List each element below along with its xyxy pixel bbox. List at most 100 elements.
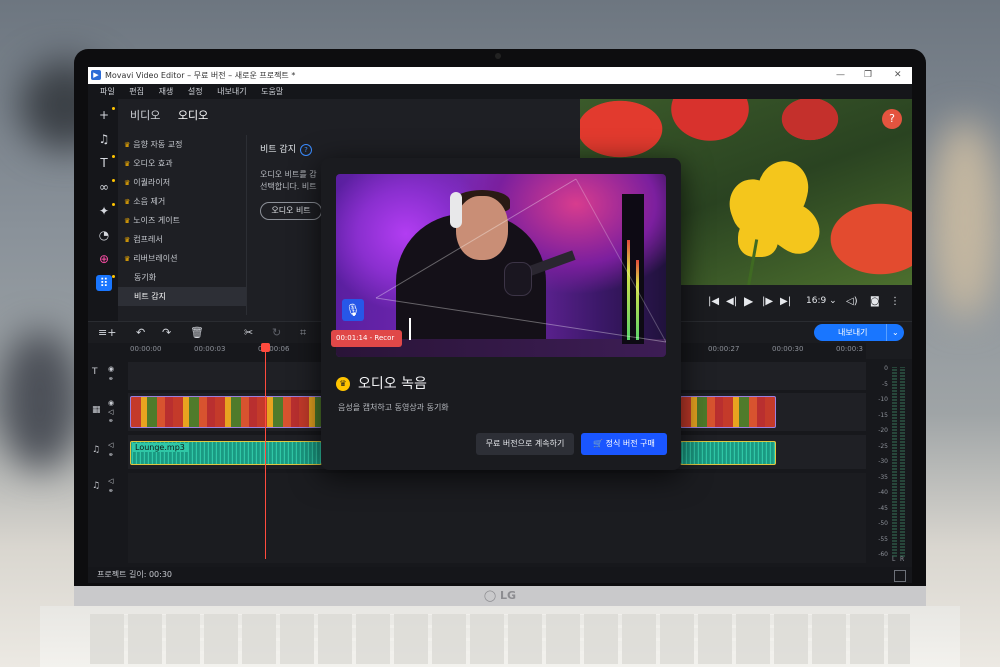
cut-icon[interactable]: ✂ (244, 326, 253, 339)
keyboard-keys (90, 614, 910, 664)
chevron-down-icon[interactable]: ⌄ (892, 324, 899, 341)
ruler-tick: 00:00:00 (130, 345, 162, 353)
plus-icon[interactable]: + (96, 107, 112, 123)
list-item[interactable]: ♛ 리버브레이션 (118, 249, 246, 268)
help-button[interactable]: ? (882, 109, 902, 129)
add-track-icon[interactable]: ≡+ (98, 326, 116, 339)
audio-beat-button[interactable]: 오디오 비트 (260, 202, 322, 220)
tool-strip: + ♫ T ∞ ✦ ◔ ⊕ ⠿ (88, 99, 118, 321)
list-item[interactable]: ♛ 컴프레서 (118, 230, 246, 249)
audio-clip[interactable] (680, 441, 776, 465)
microphone-icon: 🎙 (342, 299, 364, 321)
list-item[interactable]: ♛ 음향 자동 교정 (118, 135, 246, 154)
volume-icon[interactable]: ◁ (108, 441, 113, 449)
laptop-logo: ◯ LG (483, 589, 517, 602)
redo-icon[interactable]: ↷ (162, 326, 171, 339)
film-icon: ▦ (92, 405, 101, 415)
app-window: ▶ Movavi Video Editor – 무료 버전 – 새로운 프로젝트… (88, 67, 912, 583)
tab-audio[interactable]: 오디오 (178, 109, 208, 122)
list-item-label: 리버브레이션 (133, 254, 178, 263)
beat-detect-title: 비트 감지? (260, 142, 312, 156)
link-icon[interactable]: ⚭ (108, 451, 114, 459)
menu-help[interactable]: 도움말 (261, 87, 283, 96)
list-item[interactable]: ♛ 노이즈 게이트 (118, 211, 246, 230)
recording-time: 00:01:14 - Recor (331, 330, 402, 347)
music-note-icon: ♫ (92, 481, 101, 491)
ruler-tick: 00:00:30 (772, 345, 804, 353)
help-icon[interactable]: ? (299, 144, 312, 156)
camera-icon[interactable]: ◙ (870, 296, 880, 307)
list-item[interactable]: ♛ 소음 제거 (118, 192, 246, 211)
list-item-label: 동기화 (134, 273, 157, 282)
volume-icon[interactable]: ◁) (846, 296, 858, 307)
tab-video[interactable]: 비디오 (130, 109, 160, 122)
continue-free-button[interactable]: 무료 버전으로 계속하기 (476, 433, 574, 455)
text-icon: T (92, 367, 98, 377)
cart-icon: 🛒 (593, 439, 604, 448)
meter-tick: -45 (878, 504, 888, 512)
list-item[interactable]: ♛ 오디오 효과 (118, 154, 246, 173)
meter-tick: -60 (878, 551, 888, 558)
more-icon[interactable]: ⋮ (890, 296, 900, 307)
empty-track[interactable] (128, 473, 866, 563)
premium-dot (112, 155, 115, 158)
menu-edit[interactable]: 편집 (129, 87, 144, 96)
volume-icon[interactable]: ◁ (108, 477, 113, 485)
background-blob (0, 330, 80, 470)
text-icon[interactable]: T (96, 155, 112, 171)
crown-icon: ♛ (124, 198, 131, 206)
magic-icon[interactable]: ✦ (96, 203, 112, 219)
video-clip[interactable] (130, 396, 322, 428)
beat-detect-title-text: 비트 감지 (260, 145, 296, 155)
panel-tabs: 비디오 오디오 (130, 107, 222, 123)
transition-icon[interactable]: ∞ (96, 179, 112, 195)
undo-icon[interactable]: ↶ (136, 326, 145, 339)
crop-icon[interactable]: ⌗ (300, 326, 306, 340)
link-icon[interactable]: ⚭ (108, 375, 114, 383)
playhead-handle[interactable] (261, 343, 270, 352)
frame-back-icon[interactable]: ◀| (726, 296, 737, 307)
menu-settings[interactable]: 설정 (188, 87, 203, 96)
skip-forward-icon[interactable]: ▶| (780, 296, 791, 307)
buy-label: 정식 버전 구매 (605, 439, 655, 448)
video-clip[interactable] (680, 396, 776, 428)
play-icon[interactable]: ▶ (744, 294, 753, 308)
aspect-ratio-select[interactable]: 16:9 ⌄ (806, 296, 837, 306)
music-note-icon: ♫ (92, 445, 101, 455)
eye-icon[interactable]: ◉ (108, 365, 114, 373)
list-item[interactable]: ♛ 이퀄라이저 (118, 173, 246, 192)
delete-icon[interactable]: 🗑 (190, 326, 204, 339)
list-item-selected[interactable]: 비트 감지 (118, 287, 246, 306)
frame-forward-icon[interactable]: |▶ (762, 296, 773, 307)
level-meter: 0 -5 -10 -15 -20 -25 -30 -35 -40 -45 -50 -55 -60 L R (866, 359, 912, 567)
list-item-label: 이퀄라이저 (133, 178, 171, 187)
window-title: Movavi Video Editor – 무료 버전 – 새로운 프로젝트 * (105, 71, 296, 80)
link-icon[interactable]: ⚭ (108, 417, 114, 425)
apps-icon[interactable]: ⠿ (96, 275, 112, 291)
eye-icon[interactable]: ◉ (108, 399, 114, 407)
meter-bar-left (892, 367, 897, 557)
volume-icon[interactable]: ◁ (108, 408, 113, 416)
link-icon[interactable]: ⚭ (108, 487, 114, 495)
audio-clip-label: Lounge.mp3 (132, 443, 188, 452)
skip-back-icon[interactable]: |◀ (708, 296, 719, 307)
close-button[interactable]: ✕ (894, 67, 902, 84)
menu-bar: 파일 편집 재생 설정 내보내기 도움말 (88, 84, 912, 99)
rotate-icon[interactable]: ↻ (272, 326, 281, 339)
meter-right-label: R (900, 556, 905, 563)
menu-file[interactable]: 파일 (100, 87, 115, 96)
buy-full-version-button[interactable]: 🛒 정식 버전 구매 (581, 433, 667, 455)
minimize-button[interactable]: — (836, 67, 845, 84)
maximize-button[interactable]: ❐ (864, 67, 872, 84)
export-button[interactable]: 내보내기 ⌄ (814, 324, 904, 341)
grid-icon[interactable] (894, 570, 906, 582)
menu-playback[interactable]: 재생 (159, 87, 174, 96)
music-note-icon[interactable]: ♫ (96, 131, 112, 147)
app-icon: ▶ (91, 70, 101, 80)
clock-icon[interactable]: ◔ (96, 227, 112, 243)
project-length: 프로젝트 길이: 00:30 (97, 570, 172, 579)
premium-dot (112, 275, 115, 278)
menu-export[interactable]: 내보내기 (217, 87, 246, 96)
list-item[interactable]: 동기화 (118, 268, 246, 287)
sticker-icon[interactable]: ⊕ (96, 251, 112, 267)
